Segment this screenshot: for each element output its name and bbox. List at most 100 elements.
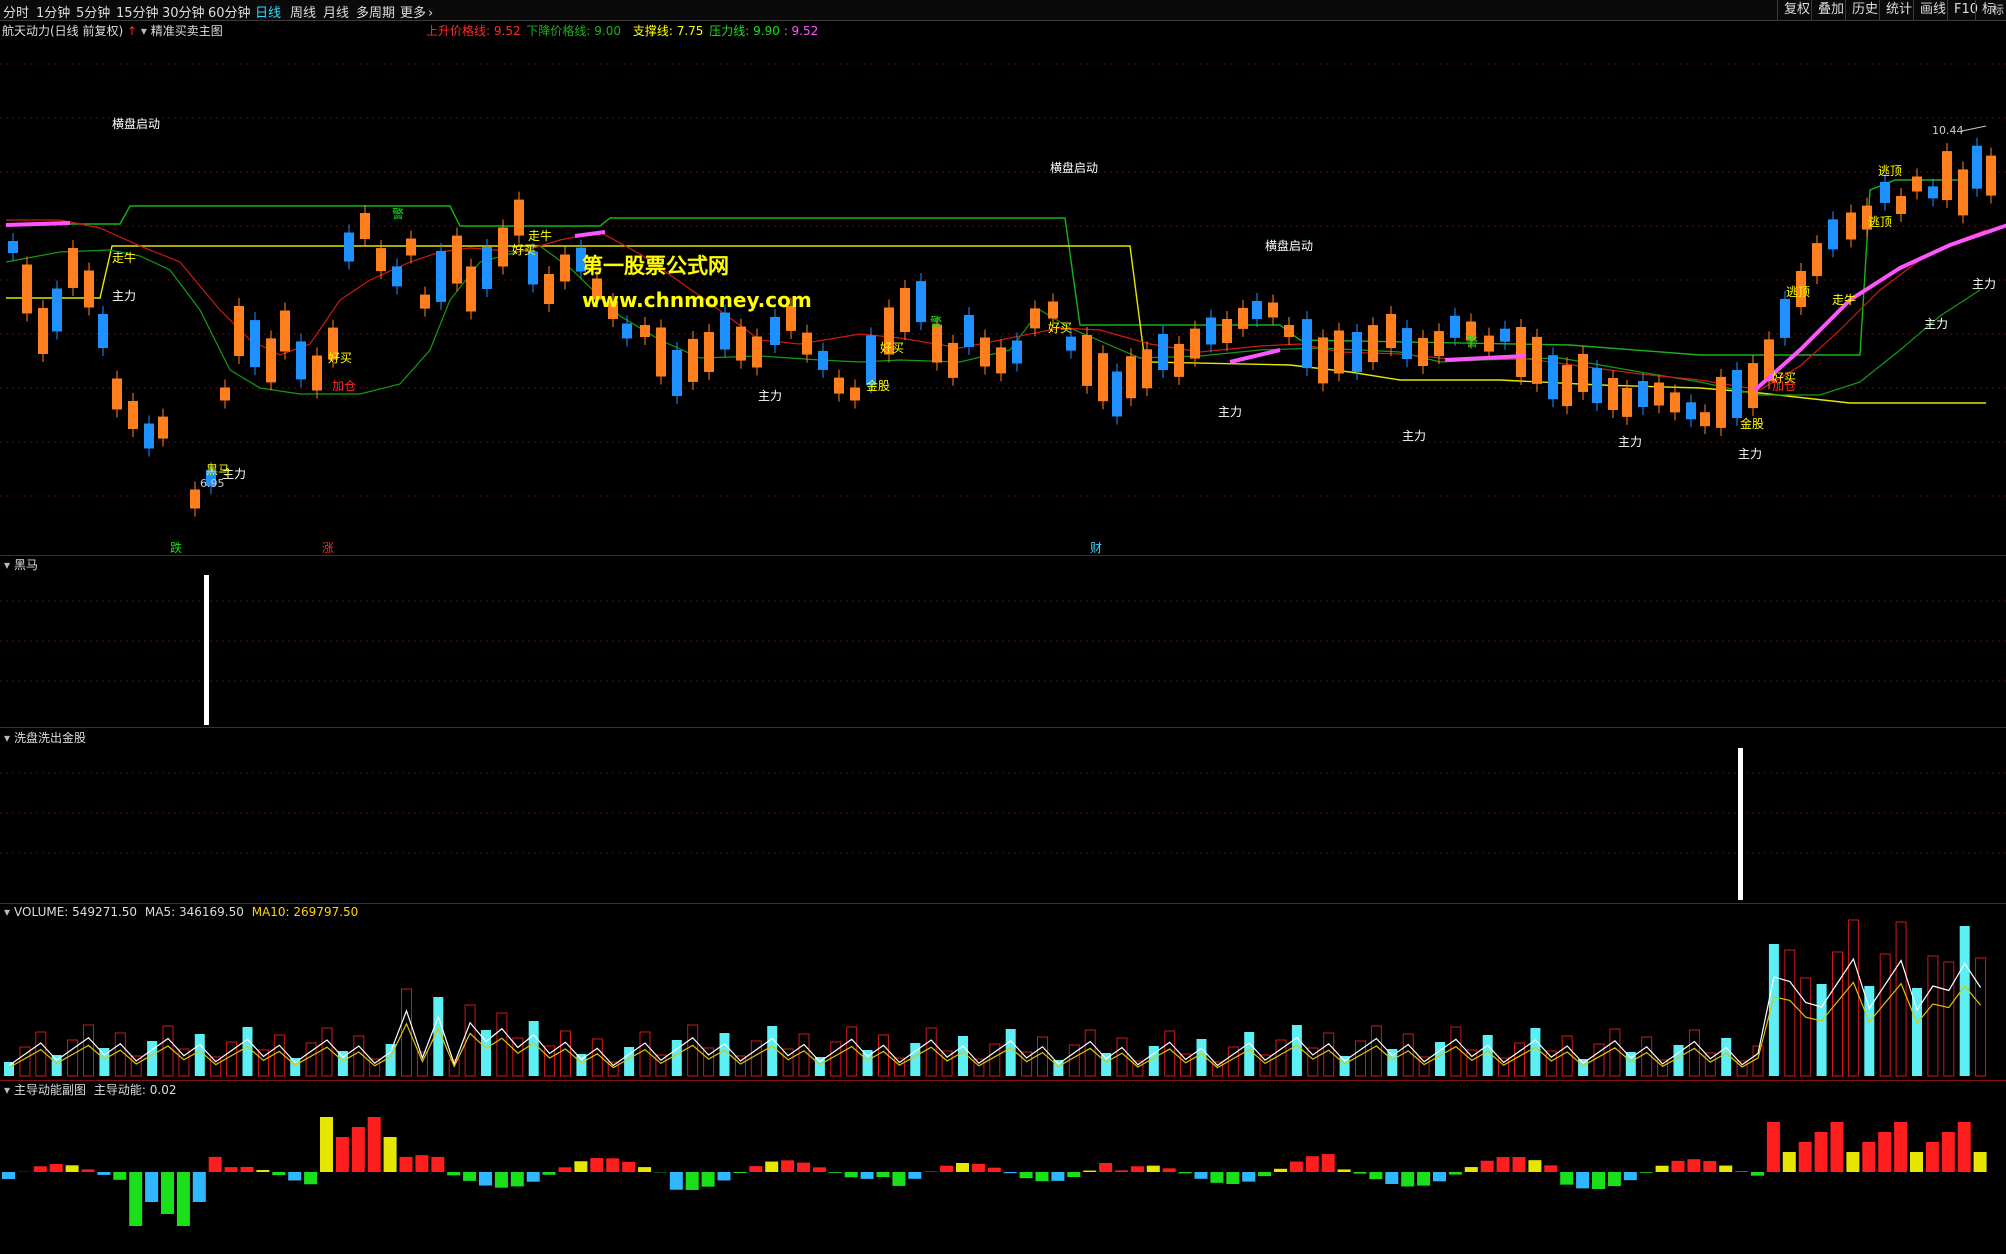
candle-down <box>1972 145 1982 189</box>
energy-bar-positive <box>1894 1122 1908 1172</box>
energy-bar-negative <box>1448 1172 1462 1175</box>
pink-trend-1 <box>5 221 71 227</box>
xipan-grid <box>0 772 2006 854</box>
volume-bar-down <box>1435 1042 1445 1076</box>
candle-up <box>190 489 200 509</box>
candle-down <box>1592 368 1602 404</box>
energy-bar-positive <box>622 1161 636 1172</box>
energy-bar-negative <box>161 1172 174 1214</box>
candle-up <box>834 377 844 394</box>
chart-label-jing: 警 <box>930 314 942 329</box>
candle-down <box>1828 219 1838 250</box>
candle-down <box>770 317 780 345</box>
candle-up <box>112 378 122 410</box>
energy-bar-negative <box>463 1172 477 1181</box>
energy-bar-positive <box>1846 1152 1860 1172</box>
energy-bar-positive <box>765 1161 779 1172</box>
volume-bar-up <box>67 1039 79 1077</box>
candle-up <box>704 332 714 372</box>
chart-label-haomai: 好买 <box>328 351 352 365</box>
candle-up <box>220 387 230 401</box>
energy-bar-positive <box>1957 1122 1971 1172</box>
volume-bar-up <box>798 1033 810 1077</box>
energy-bar-positive <box>574 1161 588 1172</box>
energy-bar-positive <box>1099 1163 1113 1172</box>
chart-label-haomai: 好买 <box>512 243 536 257</box>
energy-bar-negative <box>176 1172 190 1226</box>
candlestick-chart[interactable]: 横盘启动横盘启动横盘启动主力主力主力主力 主力主力主力主力主力走牛走牛走牛好买好买… <box>0 0 2006 555</box>
price-high-label: 10.44 <box>1932 124 1964 137</box>
energy-bar-positive <box>590 1158 604 1172</box>
volume-bar-down <box>528 1021 539 1076</box>
volume-bar-up <box>1847 919 1859 1077</box>
candle-down <box>1732 370 1742 418</box>
candle-up <box>84 270 94 308</box>
watermark-url: www.chnmoney.com <box>582 288 812 312</box>
energy-bar-negative <box>494 1172 508 1188</box>
volume-bar-up <box>973 1058 985 1077</box>
xipan-panel <box>0 748 2006 900</box>
energy-bar-negative <box>1560 1172 1574 1185</box>
pink-trend-2 <box>574 230 606 238</box>
chart-label-zhuli: 主力 <box>1618 435 1642 449</box>
volume-bar-up <box>1800 977 1812 1077</box>
candle-up <box>1190 328 1200 359</box>
energy-bar-negative <box>2 1172 15 1179</box>
candle-up <box>1418 338 1428 366</box>
candle-up <box>1716 376 1726 428</box>
candle-up <box>466 266 476 312</box>
candle-up <box>22 264 32 314</box>
energy-bar-negative <box>1067 1172 1081 1178</box>
candle-down <box>1500 328 1510 342</box>
energy-bar-negative <box>192 1172 206 1202</box>
heima-grid <box>0 600 2006 682</box>
volume-bar-down <box>1912 988 1922 1076</box>
energy-bar-negative <box>510 1172 524 1187</box>
candle-up <box>544 274 554 304</box>
candle-down <box>8 241 18 253</box>
candle-up <box>1654 382 1664 406</box>
volume-bar-up <box>1355 1040 1366 1077</box>
energy-bar-negative <box>145 1172 159 1202</box>
energy-bar-positive <box>1814 1132 1828 1172</box>
energy-bar-positive <box>320 1117 333 1172</box>
volume-bar-up <box>1514 1042 1525 1077</box>
chart-label-jiacang: 加仓 <box>1772 379 1796 393</box>
chart-label-zhang: 涨 <box>322 540 334 555</box>
energy-bar-positive <box>1941 1132 1955 1172</box>
energy-bar-positive <box>987 1167 1001 1172</box>
candle-up <box>1318 337 1328 384</box>
energy-bar-positive <box>351 1127 365 1172</box>
volume-bar-up <box>226 1041 238 1077</box>
volume-bar-up <box>750 1040 762 1077</box>
energy-bar-positive <box>1305 1156 1319 1172</box>
candle-up <box>1142 349 1152 389</box>
volume-bar-up <box>1895 921 1907 1077</box>
pink-trend-5 <box>1753 223 2006 392</box>
energy-bar-negative <box>1385 1172 1399 1184</box>
candle-up <box>1608 378 1618 410</box>
energy-bar-positive <box>208 1156 222 1172</box>
right-edge-label: 标 <box>1992 3 2004 17</box>
volume-bar-up <box>1450 1026 1462 1077</box>
volume-bar-down <box>1005 1029 1016 1076</box>
volume-bar-up <box>639 1031 651 1077</box>
energy-bar-positive <box>797 1162 810 1172</box>
candle-up <box>68 248 78 288</box>
energy-bar-negative <box>526 1172 540 1182</box>
candle-down <box>1548 355 1558 400</box>
candle-up <box>1268 302 1278 318</box>
energy-bars <box>2 1117 1987 1226</box>
energy-bar-negative <box>1003 1172 1017 1174</box>
energy-bar-positive <box>1766 1122 1780 1172</box>
energy-bar-positive <box>1512 1157 1526 1172</box>
candle-up <box>850 387 860 401</box>
candle-up <box>1238 307 1248 329</box>
energy-bar-negative <box>1639 1172 1653 1173</box>
energy-bar-negative <box>447 1172 461 1176</box>
candle-up <box>38 308 48 354</box>
energy-bar-positive <box>1544 1165 1558 1172</box>
chart-labels: 横盘启动横盘启动横盘启动主力主力主力主力 主力主力主力主力主力走牛走牛走牛好买好买… <box>112 116 1996 555</box>
volume-bar-up <box>1609 1028 1621 1077</box>
energy-bar-negative <box>1607 1172 1621 1187</box>
